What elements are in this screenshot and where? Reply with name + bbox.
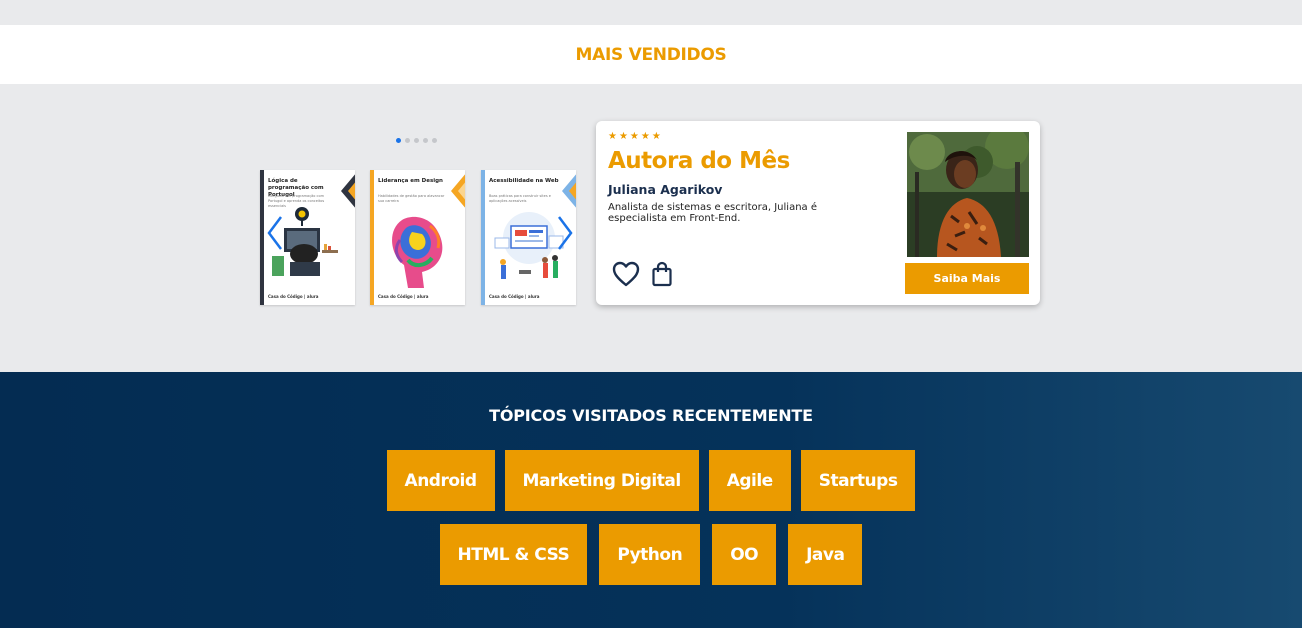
- book-corner-icon: [562, 174, 576, 208]
- carousel-dot-4[interactable]: [423, 138, 428, 143]
- shopping-bag-icon[interactable]: [651, 261, 673, 287]
- book-spine: [370, 170, 374, 305]
- learn-more-button[interactable]: Saiba Mais: [905, 263, 1029, 294]
- carousel-next-button[interactable]: [556, 215, 574, 258]
- carousel-dot-2[interactable]: [405, 138, 410, 143]
- topic-tag-marketing-digital[interactable]: Marketing Digital: [504, 450, 699, 511]
- author-portrait-image: [907, 132, 1029, 257]
- rating-stars: ★★★★★: [608, 131, 663, 142]
- book-corner-icon: [341, 174, 355, 208]
- book-subtitle: Habilidades de gestão para alavancar sua…: [378, 194, 445, 203]
- carousel-dots: [396, 138, 437, 143]
- book-title: Acessibilidade na Web: [489, 178, 559, 184]
- topic-tag-android[interactable]: Android: [386, 450, 495, 511]
- topic-tag-python[interactable]: Python: [599, 524, 701, 585]
- book-spine: [260, 170, 264, 305]
- book-publisher-logo: Casa do Código | alura: [489, 294, 540, 299]
- recent-topics-section: TÓPICOS VISITADOS RECENTEMENTE Android M…: [0, 372, 1302, 628]
- topic-tag-agile[interactable]: Agile: [708, 450, 791, 511]
- heart-icon[interactable]: [612, 261, 640, 287]
- book-corner-icon: [451, 174, 465, 208]
- carousel-dot-5[interactable]: [432, 138, 437, 143]
- author-name: Juliana Agarikov: [608, 182, 723, 197]
- topics-row-2: HTML & CSS Python OO Java: [0, 524, 1302, 585]
- topic-tag-java[interactable]: Java: [788, 524, 863, 585]
- topic-tag-html-css[interactable]: HTML & CSS: [439, 524, 588, 585]
- book-title: Liderança em Design: [378, 178, 443, 184]
- recent-topics-title: TÓPICOS VISITADOS RECENTEMENTE: [489, 406, 813, 425]
- carousel-dot-1[interactable]: [396, 138, 401, 143]
- best-sellers-heading: MAIS VENDIDOS: [575, 44, 727, 65]
- top-strip: [0, 0, 1302, 25]
- book-spine: [481, 170, 485, 305]
- author-photo: [907, 132, 1029, 257]
- book-cover-2[interactable]: Liderança em Design Habilidades de gestã…: [370, 170, 465, 305]
- card-title: Autora do Mês: [608, 148, 790, 174]
- chevron-right-icon: [558, 216, 573, 250]
- author-description: Analista de sistemas e escritora, Julian…: [608, 202, 817, 224]
- book-publisher-logo: Casa do Código | alura: [378, 294, 429, 299]
- book-illustration-head: [392, 216, 443, 288]
- carousel-prev-button[interactable]: [266, 215, 284, 258]
- carousel-dot-3[interactable]: [414, 138, 419, 143]
- chevron-left-icon: [267, 216, 282, 250]
- topic-tag-startups[interactable]: Startups: [800, 450, 916, 511]
- book-publisher-logo: Casa do Código | alura: [268, 294, 319, 299]
- best-sellers-header: MAIS VENDIDOS: [0, 25, 1302, 84]
- book-carousel: Lógica de programação com Portugol Mergu…: [260, 170, 576, 307]
- author-of-month-card: ★★★★★ Autora do Mês Juliana Agarikov Ana…: [596, 121, 1040, 305]
- book-subtitle: Boas práticas para construir sites e apl…: [489, 194, 551, 203]
- topics-row-1: Android Marketing Digital Agile Startups: [0, 450, 1302, 511]
- topic-tag-oo[interactable]: OO: [712, 524, 777, 585]
